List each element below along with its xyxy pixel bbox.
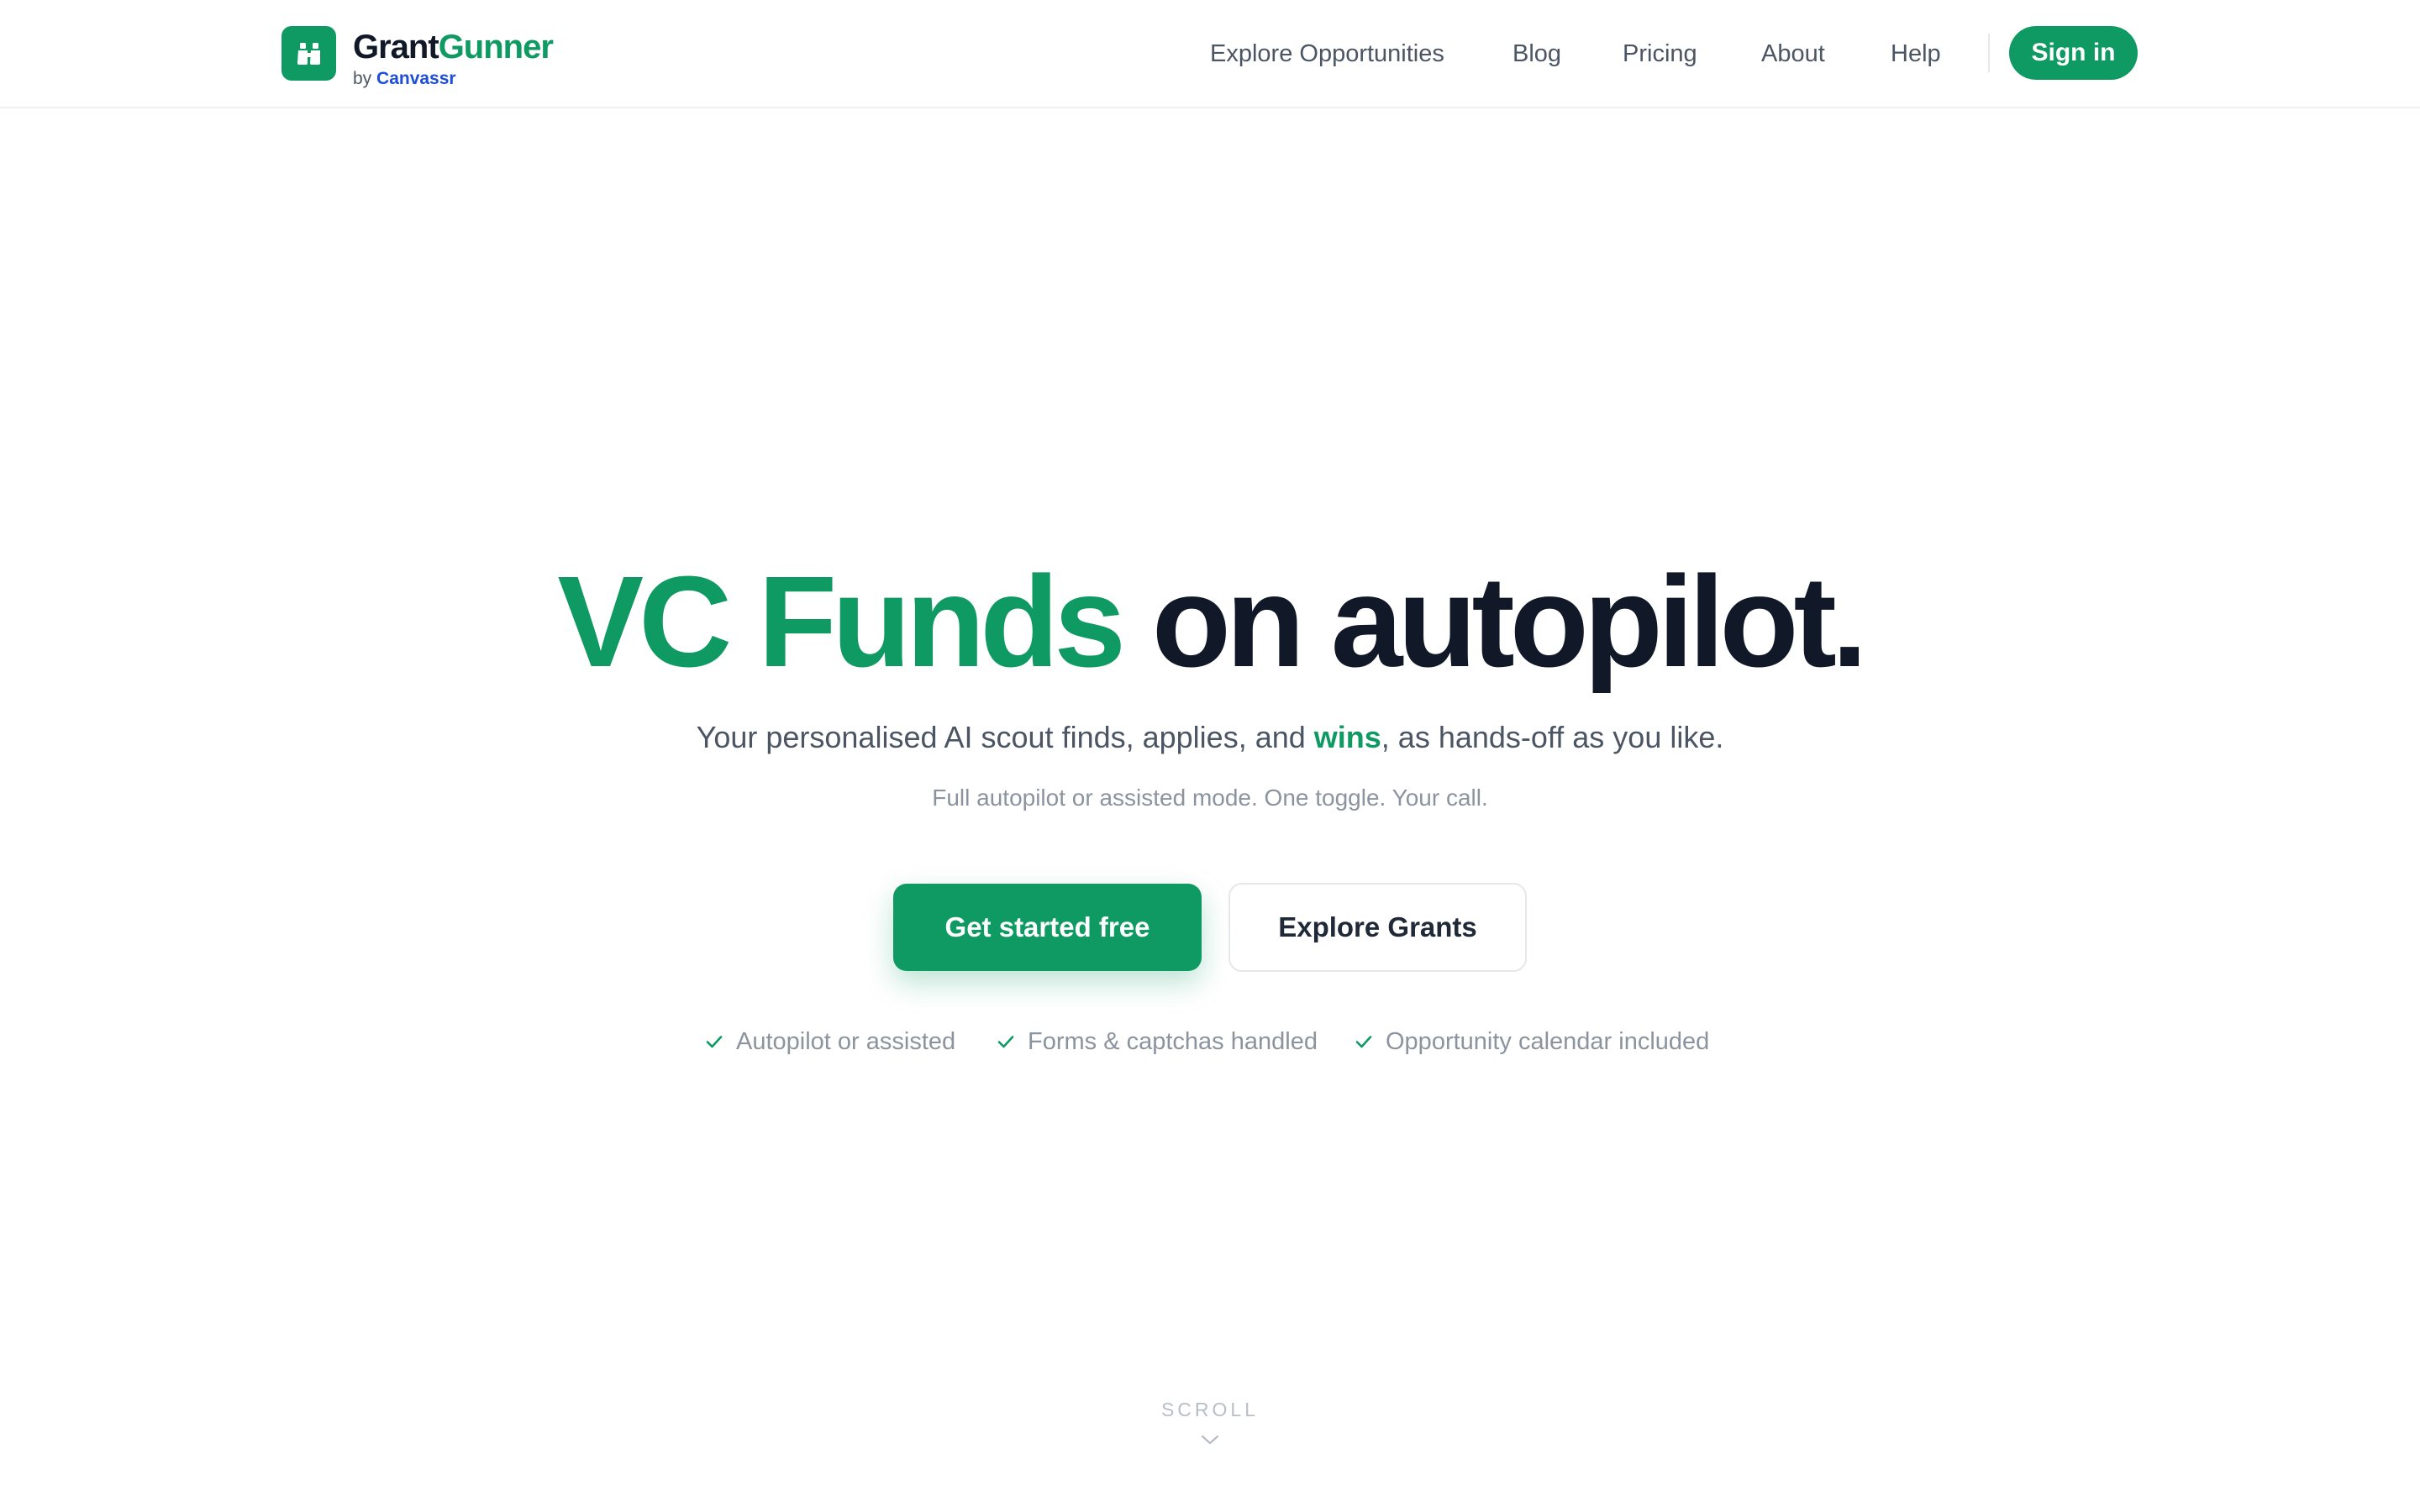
feature-label: Forms & captchas handled [1028,1028,1318,1055]
nav-divider [1988,34,1990,72]
feature-label: Opportunity calendar included [1386,1028,1710,1055]
landing-page: GrantGunner by Canvassr Explore Opportun… [0,0,2420,1512]
check-icon [1355,1036,1372,1048]
explore-grants-button[interactable]: Explore Grants [1228,883,1527,972]
hero-subtitle: Your personalised AI scout finds, applie… [0,717,2420,759]
sign-in-button[interactable]: Sign in [2009,26,2138,80]
feature-label: Autopilot or assisted [736,1028,956,1055]
nav-blog[interactable]: Blog [1512,39,1561,69]
feature-item: Opportunity calendar included [1354,1026,1709,1057]
hero-headline: VC Funds on autopilot. [0,554,2420,689]
subtitle-after: , as hands-off as you like. [1381,720,1724,754]
feature-list: Autopilot or assisted Forms & captchas h… [0,1026,2420,1060]
feature-item: Autopilot or assisted [704,1026,955,1057]
check-icon [997,1036,1014,1048]
nav-about[interactable]: About [1761,39,1825,69]
site-header: GrantGunner by Canvassr Explore Opportun… [0,0,2420,108]
headline-accent: VC Funds [557,549,1126,694]
get-started-button[interactable]: Get started free [893,884,1202,971]
nav-explore-opportunities[interactable]: Explore Opportunities [1210,39,1444,69]
feature-item: Forms & captchas handled [996,1026,1318,1057]
scroll-indicator-label[interactable]: SCROLL [0,1398,2420,1421]
headline-rest: on autopilot. [1151,549,1868,694]
subtitle-emphasis: wins [1313,720,1381,754]
nav-help[interactable]: Help [1891,39,1941,69]
check-icon [706,1036,723,1048]
subtitle-before: Your personalised AI scout finds, applie… [696,720,1306,754]
chevron-down-icon[interactable] [1200,1433,1220,1446]
main-nav: Explore Opportunities Blog Pricing About… [0,0,2420,108]
hero-note: Full autopilot or assisted mode. One tog… [932,785,1488,811]
nav-pricing[interactable]: Pricing [1623,39,1697,69]
